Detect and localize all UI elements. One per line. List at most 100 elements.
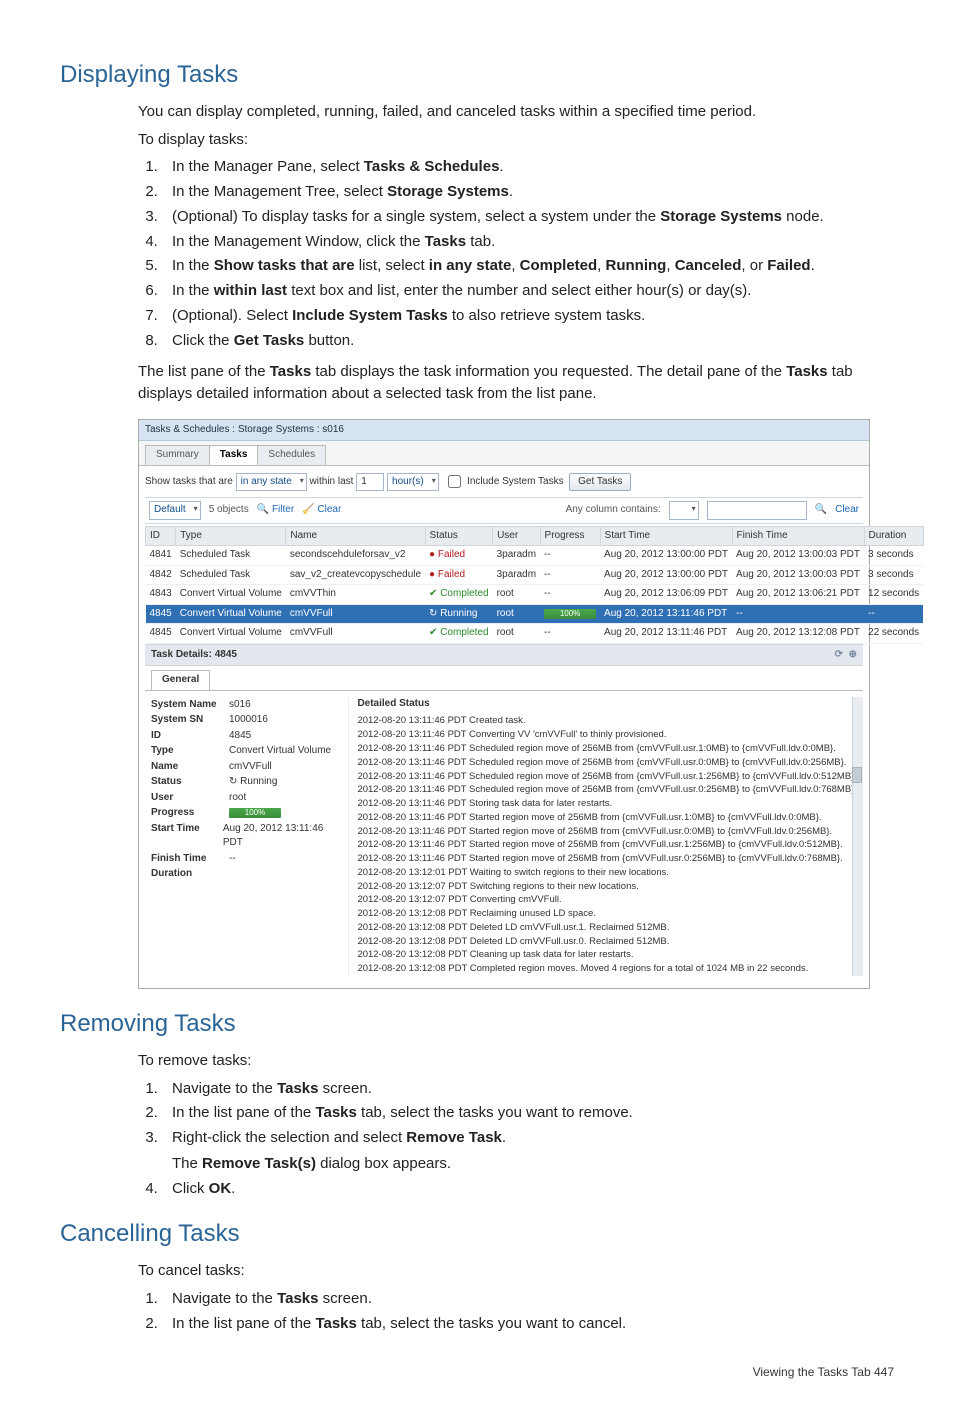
remove-lead: To remove tasks: — [138, 1050, 894, 1072]
filter-row: Default 5 objects 🔍 Filter 🧹 Clear Any c… — [145, 497, 863, 524]
heading-removing-tasks: Removing Tasks — [60, 1007, 894, 1042]
status-line: 2012-08-20 13:11:46 PDT Started region m… — [357, 852, 857, 866]
cancelling-steps: Navigate to the Tasks screen. In the lis… — [138, 1288, 894, 1335]
any-column-select[interactable] — [669, 501, 699, 520]
detailed-status-heading: Detailed Status — [357, 697, 857, 712]
kv-row: Status↻ Running — [151, 775, 336, 790]
status-line: 2012-08-20 13:12:08 PDT Reclaiming unuse… — [357, 907, 857, 921]
status-line: 2012-08-20 13:12:07 PDT Switching region… — [357, 880, 857, 894]
table-row[interactable]: 4845Convert Virtual VolumecmVVFull✔ Comp… — [146, 624, 924, 644]
table-row[interactable]: 4845Convert Virtual VolumecmVVFull↻ Runn… — [146, 604, 924, 624]
kv-row: Userroot — [151, 791, 336, 806]
state-select[interactable]: in any state — [236, 473, 307, 492]
rem-step-3: Right-click the selection and select Rem… — [162, 1127, 894, 1175]
rem-step-2: In the list pane of the Tasks tab, selec… — [162, 1102, 894, 1124]
status-line: 2012-08-20 13:12:08 PDT Deleted LD cmVVF… — [357, 921, 857, 935]
status-line: 2012-08-20 13:11:46 PDT Scheduled region… — [357, 770, 857, 784]
intro-text: You can display completed, running, fail… — [138, 101, 894, 123]
tab-tasks[interactable]: Tasks — [209, 445, 259, 465]
step-7: (Optional). Select Include System Tasks … — [162, 305, 894, 327]
kv-row: NamecmVVFull — [151, 760, 336, 775]
window-title: Tasks & Schedules : Storage Systems : s0… — [139, 420, 869, 442]
status-line: 2012-08-20 13:12:01 PDT Waiting to switc… — [357, 866, 857, 880]
col-id[interactable]: ID — [146, 526, 176, 546]
page-footer: Viewing the Tasks Tab 447 — [60, 1364, 894, 1381]
detail-toolbar-icons[interactable]: ⟳ ⊕ — [835, 648, 857, 663]
kv-row: System Names016 — [151, 698, 336, 713]
rem-step-4: Click OK. — [162, 1178, 894, 1200]
status-line: 2012-08-20 13:11:46 PDT Created task. — [357, 714, 857, 728]
clear-filter-link[interactable]: 🧹 Clear — [302, 503, 341, 518]
tab-general[interactable]: General — [151, 670, 210, 690]
get-tasks-button[interactable]: Get Tasks — [569, 473, 631, 492]
include-system-label: Include System Tasks — [467, 476, 564, 487]
view-select[interactable]: Default — [149, 501, 201, 520]
include-system-checkbox[interactable] — [448, 475, 461, 488]
table-row[interactable]: 4841Scheduled Tasksecondscehduleforsav_v… — [146, 546, 924, 566]
scrollbar[interactable] — [852, 697, 863, 976]
col-user[interactable]: User — [493, 526, 540, 546]
kv-row: Start TimeAug 20, 2012 13:11:46 PDT — [151, 822, 336, 851]
kv-row: Duration — [151, 867, 336, 882]
any-column-label: Any column contains: — [566, 503, 661, 518]
task-details-header: Task Details: 4845 ⟳ ⊕ — [145, 644, 863, 666]
status-line: 2012-08-20 13:11:46 PDT Started region m… — [357, 838, 857, 852]
controls-row: Show tasks that are in any state within … — [145, 472, 863, 492]
displaying-steps: In the Manager Pane, select Tasks & Sche… — [138, 156, 894, 351]
kv-row: System SN1000016 — [151, 713, 336, 728]
col-start-time[interactable]: Start Time — [600, 526, 732, 546]
scrollbar-thumb[interactable] — [852, 767, 862, 783]
status-line: 2012-08-20 13:11:46 PDT Started region m… — [357, 825, 857, 839]
status-line: 2012-08-20 13:11:46 PDT Scheduled region… — [357, 756, 857, 770]
detailed-status-panel: Detailed Status 2012-08-20 13:11:46 PDT … — [348, 697, 857, 976]
can-step-2: In the list pane of the Tasks tab, selec… — [162, 1313, 894, 1335]
kv-row: Finish Time-- — [151, 852, 336, 867]
col-progress[interactable]: Progress — [540, 526, 600, 546]
removing-steps: Navigate to the Tasks screen. In the lis… — [138, 1078, 894, 1200]
step-4: In the Management Window, click the Task… — [162, 231, 894, 253]
tab-schedules[interactable]: Schedules — [257, 445, 326, 465]
list-pane-text: The list pane of the Tasks tab displays … — [138, 361, 894, 405]
task-details-kv: System Names016System SN1000016ID4845Typ… — [151, 697, 336, 976]
table-row[interactable]: 4842Scheduled Tasksav_v2_createvcopysche… — [146, 565, 924, 585]
col-finish-time[interactable]: Finish Time — [732, 526, 864, 546]
step-1: In the Manager Pane, select Tasks & Sche… — [162, 156, 894, 178]
status-line: 2012-08-20 13:11:46 PDT Started region m… — [357, 811, 857, 825]
kv-row: ID4845 — [151, 729, 336, 744]
step-2: In the Management Tree, select Storage S… — [162, 181, 894, 203]
lead-text: To display tasks: — [138, 129, 894, 151]
status-line: 2012-08-20 13:12:07 PDT Converting cmVVF… — [357, 893, 857, 907]
heading-displaying-tasks: Displaying Tasks — [60, 58, 894, 93]
step-5: In the Show tasks that are list, select … — [162, 255, 894, 277]
status-line: 2012-08-20 13:12:08 PDT Completed region… — [357, 962, 857, 976]
step-8: Click the Get Tasks button. — [162, 330, 894, 352]
status-line: 2012-08-20 13:12:08 PDT Deleted LD cmVVF… — [357, 935, 857, 949]
step-6: In the within last text box and list, en… — [162, 280, 894, 302]
kv-row: Progress100% — [151, 806, 336, 821]
status-line: 2012-08-20 13:11:46 PDT Scheduled region… — [357, 783, 857, 797]
col-name[interactable]: Name — [286, 526, 425, 546]
filter-link[interactable]: 🔍 Filter — [257, 503, 294, 518]
status-line: 2012-08-20 13:12:08 PDT Cleaning up task… — [357, 948, 857, 962]
tasks-window: Tasks & Schedules : Storage Systems : s0… — [138, 419, 870, 989]
within-last-input[interactable]: 1 — [356, 473, 384, 492]
can-step-1: Navigate to the Tasks screen. — [162, 1288, 894, 1310]
col-type[interactable]: Type — [176, 526, 286, 546]
status-line: 2012-08-20 13:11:46 PDT Scheduled region… — [357, 742, 857, 756]
status-line: 2012-08-20 13:11:46 PDT Converting VV 'c… — [357, 728, 857, 742]
search-input[interactable] — [707, 501, 807, 520]
step-3: (Optional) To display tasks for a single… — [162, 206, 894, 228]
within-last-label: within last — [310, 476, 354, 487]
kv-row: TypeConvert Virtual Volume — [151, 744, 336, 759]
object-count: 5 objects — [209, 503, 249, 518]
unit-select[interactable]: hour(s) — [387, 473, 439, 492]
col-status[interactable]: Status — [425, 526, 493, 546]
show-tasks-label: Show tasks that are — [145, 476, 233, 487]
search-icon[interactable]: 🔍 — [815, 503, 827, 518]
status-line: 2012-08-20 13:11:46 PDT Storing task dat… — [357, 797, 857, 811]
heading-cancelling-tasks: Cancelling Tasks — [60, 1217, 894, 1252]
clear-search-link[interactable]: Clear — [835, 503, 859, 518]
col-duration[interactable]: Duration — [864, 526, 923, 546]
table-row[interactable]: 4843Convert Virtual VolumecmVVThin✔ Comp… — [146, 585, 924, 605]
tab-summary[interactable]: Summary — [145, 445, 210, 465]
